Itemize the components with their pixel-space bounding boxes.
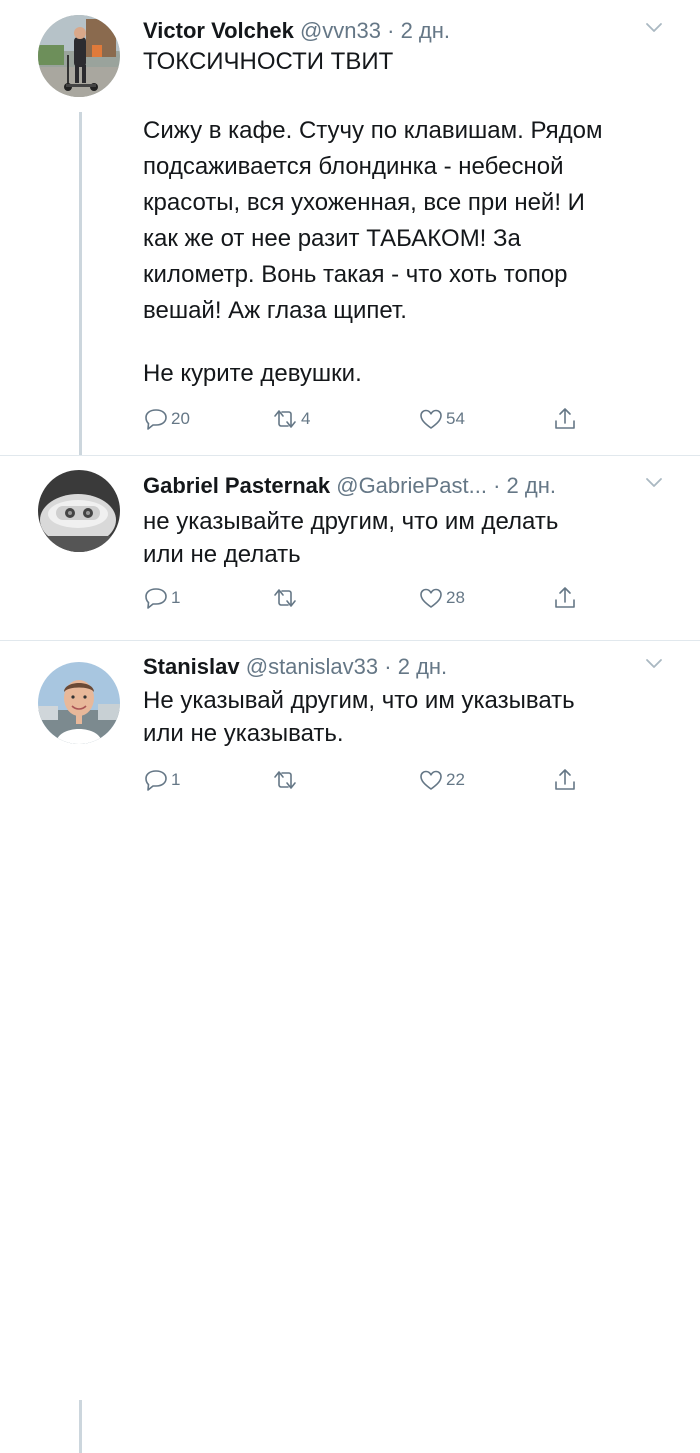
tweet-header: Victor Volchek @vvn33 · 2 дн. [143, 14, 643, 48]
separator-dot: · [493, 473, 501, 498]
tweet[interactable]: Stanislav @stanislav33 · 2 дн. Не указыв… [0, 640, 700, 1453]
reply-icon [143, 586, 169, 610]
reply-icon [143, 407, 169, 431]
like-count: 22 [446, 770, 465, 789]
author-name[interactable]: Gabriel Pasternak [143, 473, 330, 498]
heart-icon [418, 407, 444, 431]
chevron-down-icon[interactable] [644, 20, 664, 34]
thread-line [79, 1400, 82, 1453]
retweet-icon [271, 407, 299, 431]
chevron-down-icon[interactable] [644, 475, 664, 489]
author-name[interactable]: Victor Volchek [143, 18, 294, 43]
tweet-actions: 1 28 [143, 583, 643, 613]
reply-count: 20 [171, 409, 190, 428]
avatar[interactable] [38, 662, 120, 744]
reply-button[interactable]: 1 [143, 583, 180, 613]
avatar[interactable] [38, 15, 120, 97]
thread-line [79, 112, 82, 455]
share-icon [553, 767, 577, 793]
share-button[interactable] [553, 765, 577, 795]
timestamp[interactable]: 2 дн. [507, 473, 556, 498]
author-handle[interactable]: @vvn33 [300, 18, 381, 43]
tweet-text: Не указывай другим, что им указывать или… [143, 687, 575, 747]
like-button[interactable]: 54 [418, 404, 465, 434]
heart-icon [418, 586, 444, 610]
tweet-actions: 1 22 [143, 765, 643, 795]
share-button[interactable] [553, 404, 577, 434]
retweet-button[interactable] [271, 583, 301, 613]
retweet-count: 4 [301, 409, 311, 428]
tweet-header: Gabriel Pasternak @GabriePast... · 2 дн. [143, 469, 643, 503]
like-count: 28 [446, 588, 465, 607]
tweet[interactable]: Gabriel Pasternak @GabriePast... · 2 дн.… [0, 455, 700, 640]
tweet[interactable]: Victor Volchek @vvn33 · 2 дн. ТОКСИЧНОСТ… [0, 0, 700, 455]
like-button[interactable]: 22 [418, 765, 465, 795]
tweet-header: Stanislav @stanislav33 · 2 дн. [143, 650, 643, 684]
author-handle[interactable]: @GabriePast... [336, 473, 487, 498]
retweet-icon [271, 768, 299, 792]
share-icon [553, 406, 577, 432]
separator-dot: · [384, 654, 392, 679]
reply-button[interactable]: 20 [143, 404, 190, 434]
reply-icon [143, 768, 169, 792]
tweet-text: не указывайте другим, что им делать или … [143, 508, 559, 568]
timestamp[interactable]: 2 дн. [398, 654, 447, 679]
reply-button[interactable]: 1 [143, 765, 180, 795]
like-count: 54 [446, 409, 465, 428]
share-icon [553, 585, 577, 611]
tweet-actions: 20 4 54 [143, 404, 643, 434]
retweet-button[interactable] [271, 765, 301, 795]
like-button[interactable]: 28 [418, 583, 465, 613]
chevron-down-icon[interactable] [644, 656, 664, 670]
reply-count: 1 [171, 588, 181, 607]
separator-dot: · [387, 18, 395, 43]
share-button[interactable] [553, 583, 577, 613]
author-handle[interactable]: @stanislav33 [246, 654, 378, 679]
timestamp[interactable]: 2 дн. [401, 18, 450, 43]
tweet-text-title: ТОКСИЧНОСТИ ТВИТ [143, 48, 394, 75]
heart-icon [418, 768, 444, 792]
tweet-text-body: Сижу в кафе. Стучу по клавишам. Рядом по… [143, 117, 603, 324]
retweet-button[interactable]: 4 [271, 404, 310, 434]
avatar[interactable] [38, 470, 120, 552]
reply-count: 1 [171, 770, 181, 789]
retweet-icon [271, 586, 299, 610]
tweet-text-end: Не курите девушки. [143, 360, 362, 387]
author-name[interactable]: Stanislav [143, 654, 240, 679]
